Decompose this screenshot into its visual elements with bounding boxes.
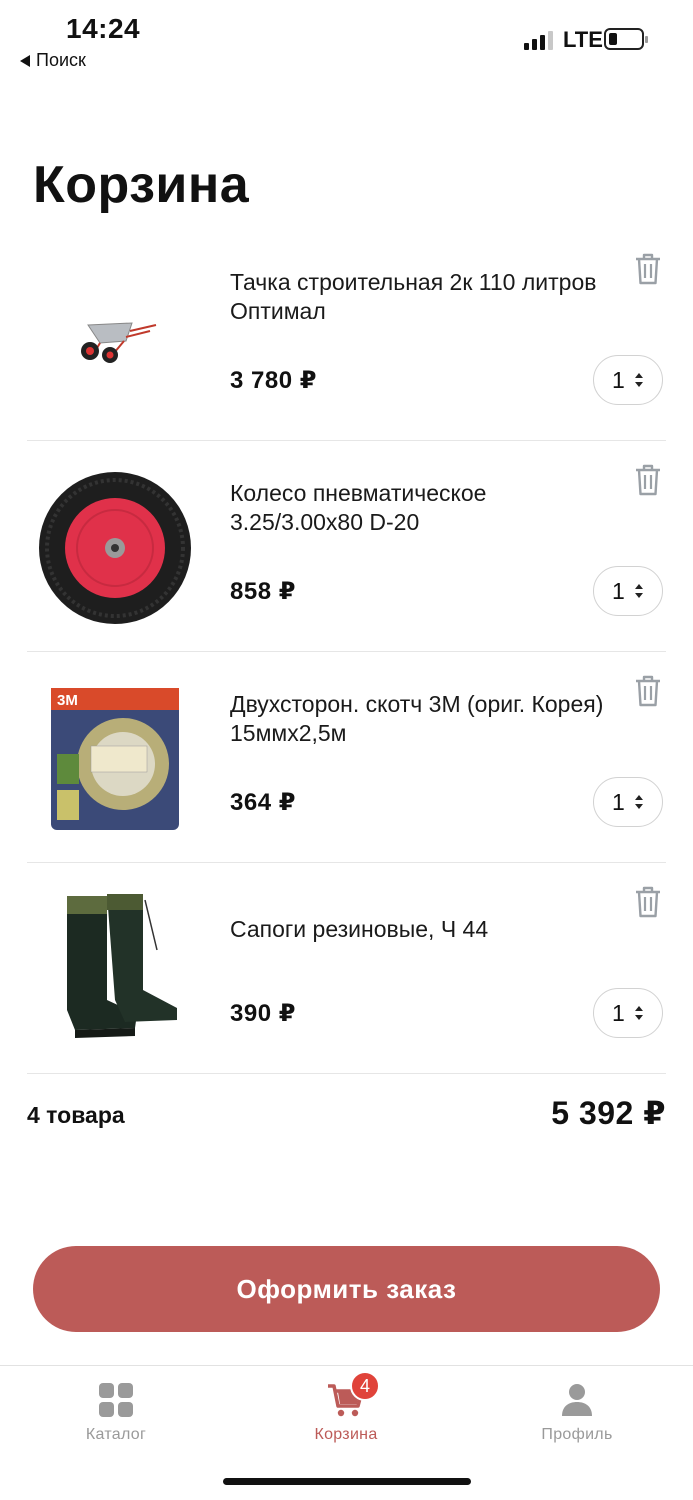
grid-icon	[96, 1380, 136, 1420]
tab-label: Профиль	[541, 1426, 613, 1443]
item-name[interactable]: Двухсторон. скотч 3М (ориг. Корея) 15ммх…	[230, 690, 610, 748]
quantity-stepper[interactable]: 1	[593, 566, 663, 616]
quantity-value: 1	[612, 577, 625, 604]
item-price: 390 ₽	[230, 1000, 296, 1027]
home-indicator	[223, 1478, 471, 1485]
tab-catalog[interactable]: Каталог	[16, 1366, 216, 1456]
tab-label: Каталог	[85, 1426, 147, 1443]
item-name[interactable]: Сапоги резиновые, Ч 44	[230, 915, 610, 944]
trash-icon[interactable]	[633, 252, 663, 286]
tab-profile[interactable]: Профиль	[477, 1366, 677, 1456]
stepper-arrows-icon	[634, 795, 643, 809]
rubber-boots-image[interactable]	[30, 885, 200, 1055]
cart-summary: 4 товара 5 392 ₽	[27, 1092, 666, 1142]
person-icon	[557, 1380, 597, 1420]
item-name[interactable]: Тачка строительная 2к 110 литров Оптимал	[230, 268, 610, 326]
quantity-value: 1	[612, 366, 625, 393]
wheelbarrow-image[interactable]	[30, 252, 200, 422]
trash-icon[interactable]	[633, 463, 663, 497]
back-to-search-link[interactable]: Поиск	[20, 50, 86, 71]
cart-item: Колесо пневматическое 3.25/3.00x80 D-20 …	[0, 441, 693, 652]
item-price: 364 ₽	[230, 789, 296, 816]
page-title: Корзина	[33, 156, 250, 214]
stepper-arrows-icon	[634, 373, 643, 387]
quantity-stepper[interactable]: 1	[593, 988, 663, 1038]
trash-icon[interactable]	[633, 885, 663, 919]
quantity-value: 1	[612, 788, 625, 815]
status-time: 14:24	[66, 13, 141, 44]
battery-icon	[604, 28, 648, 50]
divider	[27, 1073, 666, 1074]
stepper-arrows-icon	[634, 584, 643, 598]
back-label: Поиск	[36, 50, 86, 70]
cart-icon: 4	[326, 1371, 380, 1420]
item-price: 3 780 ₽	[230, 367, 317, 394]
tab-label: Корзина	[314, 1426, 378, 1443]
tape-package-image[interactable]: 3M	[30, 674, 200, 844]
checkout-button[interactable]: Оформить заказ	[33, 1246, 660, 1332]
cart-item: Сапоги резиновые, Ч 44 390 ₽ 1	[0, 863, 693, 1074]
tab-cart[interactable]: 4 Корзина	[246, 1366, 446, 1456]
back-arrow-icon	[20, 54, 30, 67]
trash-icon[interactable]	[633, 674, 663, 708]
cart-list: Тачка строительная 2к 110 литров Оптимал…	[0, 230, 693, 1074]
total-price: 5 392 ₽	[551, 1095, 666, 1131]
stepper-arrows-icon	[634, 1006, 643, 1020]
tape-brand-logo: 3M	[57, 692, 78, 709]
items-count: 4 товара	[27, 1102, 125, 1128]
item-name[interactable]: Колесо пневматическое 3.25/3.00x80 D-20	[230, 479, 610, 537]
status-bar: 14:24 Поиск LTE	[0, 0, 693, 80]
signal-icon	[524, 30, 553, 50]
network-type: LTE	[563, 27, 603, 52]
quantity-stepper[interactable]: 1	[593, 777, 663, 827]
quantity-value: 1	[612, 999, 625, 1026]
wheel-image[interactable]	[30, 463, 200, 633]
cart-count-badge: 4	[350, 1371, 380, 1401]
quantity-stepper[interactable]: 1	[593, 355, 663, 405]
cart-item: 3M Двухсторон. скотч 3М (ориг. Корея) 15…	[0, 652, 693, 863]
item-price: 858 ₽	[230, 578, 296, 605]
cart-item: Тачка строительная 2к 110 литров Оптимал…	[0, 230, 693, 441]
